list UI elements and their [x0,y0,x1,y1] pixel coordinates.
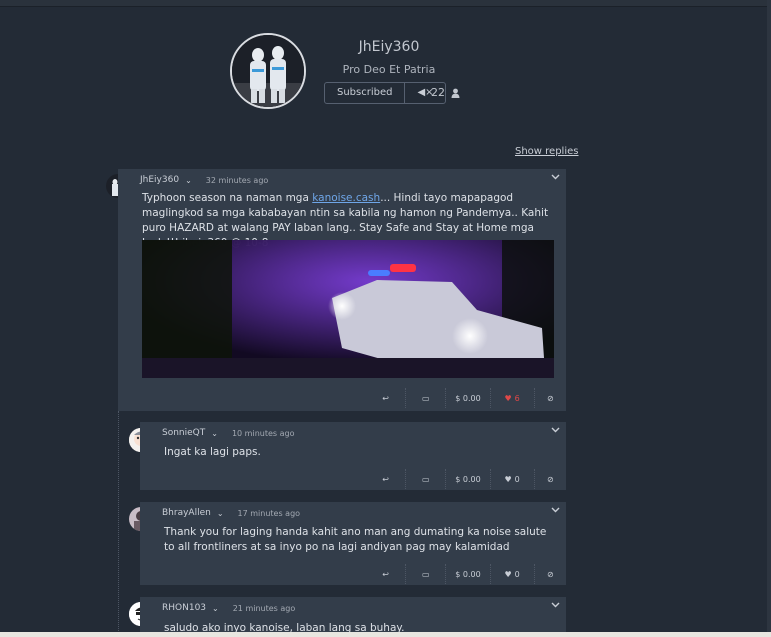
horizontal-scrollbar[interactable] [0,632,771,637]
like-button[interactable]: ♥ 0 [489,564,534,584]
chevron-down-icon[interactable]: ⌄ [185,176,192,185]
like-count: 0 [514,474,520,484]
tip-button[interactable]: ▭ [405,388,445,408]
chevron-down-icon [551,174,560,180]
profile-avatar[interactable] [230,33,306,109]
subscriber-count-value: 22 [431,86,445,99]
reply-author-name[interactable]: BhrayAllen [162,508,211,518]
post-author-name[interactable]: JhEiy360 [140,175,179,185]
reply-button[interactable]: ↩ [366,469,405,489]
reply-time[interactable]: 10 minutes ago [232,429,295,438]
tip-amount[interactable]: $ 0.00 [445,388,489,408]
chevron-down-icon[interactable]: ⌄ [211,429,218,438]
block-icon: ⊘ [546,569,554,579]
block-icon: ⊘ [546,474,554,484]
reply-header: SonnieQT ⌄ 10 minutes ago [162,428,294,438]
post-header: JhEiy360 ⌄ 32 minutes ago [140,175,268,185]
reply-time[interactable]: 17 minutes ago [238,509,301,518]
post-time[interactable]: 32 minutes ago [206,176,269,185]
thread-connector [118,411,119,637]
top-bar [0,0,771,7]
hide-button[interactable]: ⊘ [533,469,566,489]
expand-chevron-icon[interactable] [551,173,560,183]
chevron-down-icon [551,427,560,433]
main-post-card: JhEiy360 ⌄ 32 minutes ago Typhoon season… [118,169,566,411]
tip-button[interactable]: ▭ [405,564,445,584]
reply-card: BhrayAllen ⌄ 17 minutes ago Thank you fo… [140,502,566,585]
like-count: 6 [514,393,520,403]
reply-header: BhrayAllen ⌄ 17 minutes ago [162,508,300,518]
subscribed-button[interactable]: Subscribed [325,83,406,103]
post-text-part1: Typhoon season na naman mga [142,192,313,204]
chevron-down-icon[interactable]: ⌄ [212,604,219,613]
tip-amount[interactable]: $ 0.00 [445,469,489,489]
hide-button[interactable]: ⊘ [533,388,566,408]
wallet-icon: ▭ [422,569,430,579]
heart-icon: ♥ [504,474,512,484]
reply-button[interactable]: ↩ [366,388,405,408]
tip-amount[interactable]: $ 0.00 [445,564,489,584]
reply-card: RHON103 ⌄ 21 minutes ago saludo ako inyo… [140,597,566,637]
chevron-down-icon [551,507,560,513]
subscription-controls: Subscribed ◀× [324,82,447,104]
post-actions: ↩ ▭ $ 0.00 ♥ 6 ⊘ [366,388,566,408]
reply-time[interactable]: 21 minutes ago [233,604,296,613]
reply-author-name[interactable]: RHON103 [162,603,206,613]
expand-chevron-icon[interactable] [551,506,560,516]
reply-button[interactable]: ↩ [366,564,405,584]
reply-card: SonnieQT ⌄ 10 minutes ago Ingat ka lagi … [140,422,566,490]
reply-header: RHON103 ⌄ 21 minutes ago [162,603,295,613]
like-count: 0 [514,569,520,579]
reply-body: Thank you for laging handa kahit ano man… [164,526,547,553]
reply-actions: ↩ ▭ $ 0.00 ♥ 0 ⊘ [366,469,566,489]
profile-name[interactable]: JhEiy360 [330,39,448,55]
heart-icon: ♥ [504,569,512,579]
chevron-down-icon [551,602,560,608]
show-replies-link[interactable]: Show replies [515,146,578,157]
reply-icon: ↩ [382,393,389,403]
wallet-icon: ▭ [422,393,430,403]
reply-icon: ↩ [382,569,389,579]
profile-tagline: Pro Deo Et Patria [342,63,436,76]
wallet-icon: ▭ [422,474,430,484]
tip-button[interactable]: ▭ [405,469,445,489]
scrollbar[interactable] [767,0,771,637]
person-icon [451,88,460,98]
chevron-down-icon[interactable]: ⌄ [217,509,224,518]
heart-icon: ♥ [504,393,512,403]
expand-chevron-icon[interactable] [551,601,560,611]
like-button[interactable]: ♥ 0 [489,469,534,489]
block-icon: ⊘ [546,393,554,403]
hide-button[interactable]: ⊘ [533,564,566,584]
like-button[interactable]: ♥ 6 [489,388,534,408]
expand-chevron-icon[interactable] [551,426,560,436]
kanoise-link[interactable]: kanoise.cash [312,192,380,204]
subscriber-count: 22 [431,86,460,99]
reply-actions: ↩ ▭ $ 0.00 ♥ 0 ⊘ [366,564,566,584]
reply-icon: ↩ [382,474,389,484]
reply-body: Ingat ka lagi paps. [164,446,261,458]
reply-author-name[interactable]: SonnieQT [162,428,205,438]
post-image[interactable] [142,240,554,378]
